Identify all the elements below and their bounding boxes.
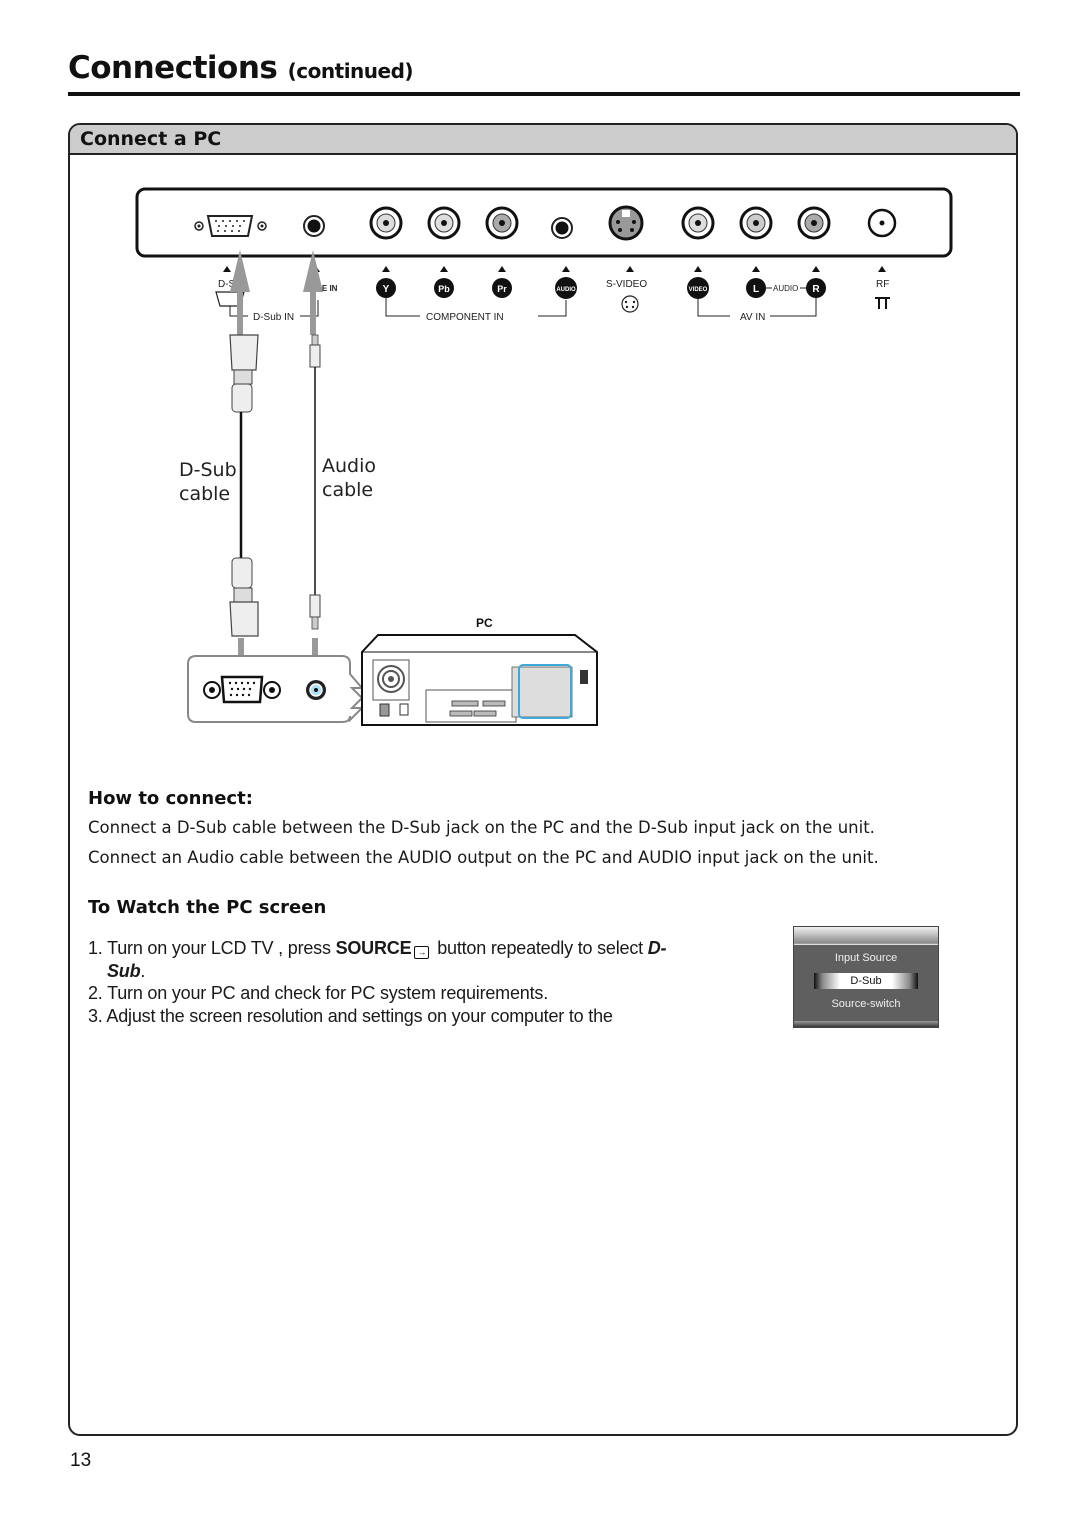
dsub-cable-label-2: cable [179, 483, 230, 505]
how-to-connect-line-2: Connect an Audio cable between the AUDIO… [88, 848, 879, 867]
badge-pr: Pr [492, 278, 512, 298]
badge-audio: AUDIO [555, 277, 577, 299]
dsub-cable [229, 334, 259, 637]
osd-selected-option[interactable]: D-Sub [814, 973, 918, 989]
section-header-label: Connect a PC [80, 128, 222, 150]
osd-bottom-bar [794, 1021, 938, 1027]
how-to-connect-heading: How to connect: [88, 788, 253, 809]
audio-cable [309, 334, 321, 630]
page-title-main: Connections [68, 50, 278, 86]
connection-diagram: D-Sub LINE IN D-Sub IN Y Pb Pr AUDIO COM… [135, 187, 953, 726]
badge-l: L [746, 278, 766, 298]
rca-port-icon [797, 206, 831, 240]
page-title: Connections (continued) [68, 50, 414, 86]
watch-pc-step-3: 3. Adjust the screen resolution and sett… [88, 1006, 613, 1026]
svg-text:VIDEO: VIDEO [689, 287, 708, 293]
badge-y: Y [376, 278, 396, 298]
line-in-port-icon [303, 215, 325, 237]
watch-pc-step-1: 1. Turn on your LCD TV , press SOURCE → b… [88, 938, 667, 959]
source-input-icon: → [414, 946, 430, 959]
step1-emph-a: D- [647, 938, 667, 958]
osd-title: Input Source [834, 952, 898, 964]
step1-end: . [140, 961, 146, 981]
osd-footer: Source-switch [831, 998, 901, 1010]
source-button-label: SOURCE [335, 938, 412, 958]
svg-text:Pr: Pr [497, 284, 507, 294]
svg-text:AUDIO: AUDIO [556, 287, 576, 293]
watch-pc-step-2: 2. Turn on your PC and check for PC syst… [88, 983, 548, 1003]
dsub-cable-label-1: D-Sub [179, 459, 237, 481]
step1-prefix: 1. Turn on your LCD TV , press [88, 938, 336, 958]
svg-text:R: R [812, 284, 820, 295]
rca-port-icon [485, 206, 519, 240]
how-to-connect-line-1: Connect a D-Sub cable between the D-Sub … [88, 818, 875, 837]
label-dsub-in: D-Sub IN [253, 312, 294, 323]
step1-emph-b: Sub [107, 961, 141, 981]
input-source-osd: Input Source D-Sub Source-switch [793, 926, 939, 1028]
port-pointer-icons [223, 266, 886, 272]
svideo-port-icon [608, 205, 644, 241]
audio-cable-label-1: Audio [322, 455, 376, 477]
svg-text:Y: Y [383, 284, 390, 295]
svg-text:Pb: Pb [438, 284, 450, 294]
section-header: Connect a PC [70, 125, 1016, 155]
pc-tower-icon [361, 634, 598, 726]
rf-port-icon [867, 208, 897, 238]
page-title-suffix: (continued) [287, 59, 414, 83]
label-av-in: AV IN [740, 312, 765, 323]
rca-port-icon [739, 206, 773, 240]
rca-port-icon [681, 206, 715, 240]
pc-label: PC [476, 616, 493, 630]
badge-video: VIDEO [687, 277, 709, 299]
antenna-icon [875, 297, 890, 309]
audio-port-icon [551, 217, 573, 239]
label-audio-lr: AUDIO [773, 284, 798, 293]
audio-cable-label-2: cable [322, 479, 373, 501]
watch-pc-heading: To Watch the PC screen [88, 897, 327, 918]
watch-pc-step-1-cont: Sub. [107, 961, 145, 982]
svg-text:L: L [753, 284, 759, 295]
osd-top-bar [794, 927, 938, 945]
step1-middle: button repeatedly to select [432, 938, 648, 958]
badge-pb: Pb [434, 278, 454, 298]
label-component-in: COMPONENT IN [426, 312, 504, 323]
rca-port-icon [369, 206, 403, 240]
label-rf: RF [876, 279, 889, 290]
label-svideo: S-VIDEO [606, 279, 647, 290]
title-rule [68, 92, 1020, 96]
pc-audio-port-icon [306, 680, 326, 700]
badge-r: R [806, 278, 826, 298]
rca-port-icon [427, 206, 461, 240]
svideo-small-icon [621, 295, 639, 313]
page-number: 13 [70, 1450, 92, 1471]
